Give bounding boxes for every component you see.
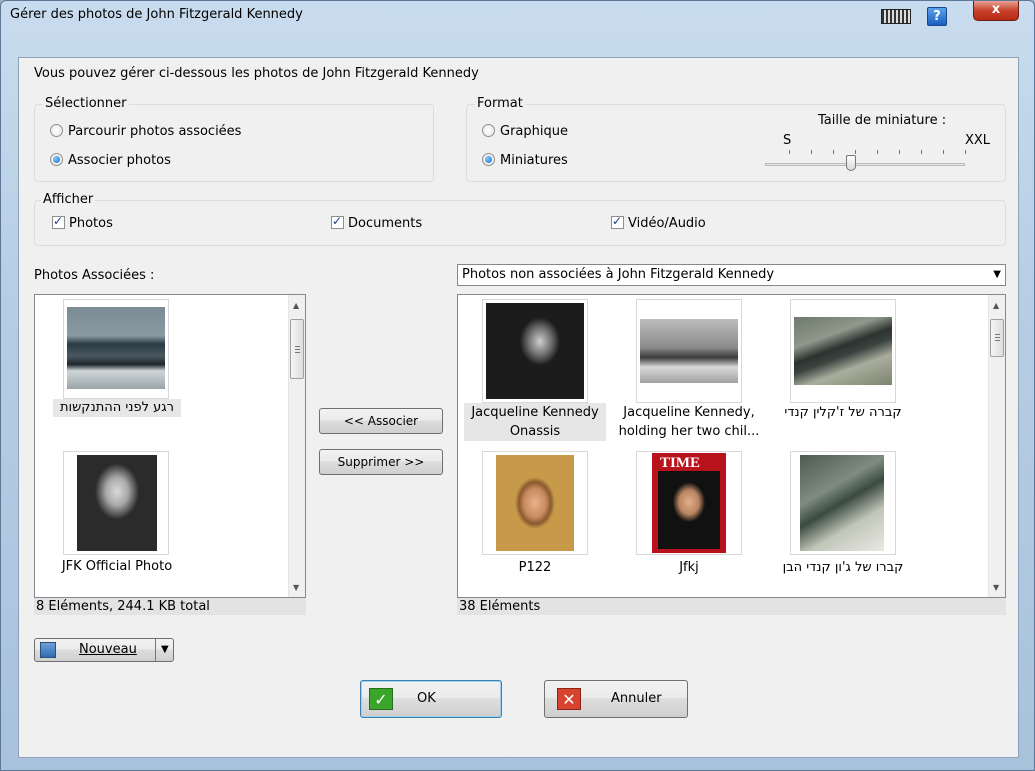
radio-associate-label: Associer photos bbox=[68, 153, 171, 168]
slider-tick bbox=[811, 150, 812, 154]
associated-item-caption[interactable]: רגע לפני ההתנקשות bbox=[53, 399, 181, 417]
checkbox-video-audio-label: Vidéo/Audio bbox=[628, 216, 706, 231]
radio-thumbnails-label: Miniatures bbox=[500, 153, 568, 168]
slider-max-label: XXL bbox=[965, 133, 991, 148]
portrait-photo-icon bbox=[77, 455, 157, 551]
unassociated-item-caption[interactable]: Jfkj bbox=[636, 558, 742, 577]
ok-button[interactable]: ✓ OK bbox=[360, 680, 502, 718]
new-photo-icon bbox=[40, 642, 56, 658]
checkbox-photos[interactable]: Photos bbox=[52, 214, 113, 231]
scroll-down-icon[interactable]: ▼ bbox=[293, 583, 299, 592]
unassociated-item-caption[interactable]: Jacqueline Kennedy, holding her two chil… bbox=[616, 403, 762, 441]
remove-button[interactable]: Supprimer >> bbox=[319, 449, 443, 475]
select-group-title: Sélectionner bbox=[43, 96, 129, 111]
radio-graphic-label: Graphique bbox=[500, 124, 568, 139]
unassociated-item-caption[interactable]: Jacqueline Kennedy Onassis bbox=[464, 403, 606, 441]
cancel-button[interactable]: ✕ Annuler bbox=[544, 680, 688, 718]
slider-tick bbox=[855, 150, 856, 154]
close-button[interactable]: x bbox=[973, 1, 1019, 21]
grave-photo-icon bbox=[800, 455, 884, 551]
associated-photos-list[interactable]: רגע לפני ההתנקשות JFK Official Photo ▲ ▼ bbox=[34, 294, 306, 598]
checkbox-documents[interactable]: Documents bbox=[331, 214, 423, 231]
radio-associate[interactable]: Associer photos bbox=[50, 153, 171, 168]
scrollbar-thumb[interactable] bbox=[290, 319, 304, 379]
keyboard-icon[interactable] bbox=[881, 9, 911, 24]
checkbox-documents-label: Documents bbox=[348, 216, 423, 231]
associated-item-caption[interactable]: JFK Official Photo bbox=[53, 558, 181, 576]
checkbox-photos-label: Photos bbox=[69, 216, 113, 231]
slider-tick bbox=[921, 150, 922, 154]
grave-photo-icon bbox=[794, 317, 892, 385]
radio-icon bbox=[482, 124, 495, 137]
slider-tick bbox=[789, 150, 790, 154]
scroll-up-icon[interactable]: ▲ bbox=[993, 301, 999, 310]
window-title: Gérer des photos de John Fitzgerald Kenn… bbox=[10, 7, 303, 22]
cancel-button-label: Annuler bbox=[611, 691, 662, 706]
chevron-down-icon[interactable]: ▼ bbox=[993, 265, 1001, 285]
photo-source-value: Photos non associées à John Fitzgerald K… bbox=[462, 267, 775, 282]
slider-tick bbox=[899, 150, 900, 154]
format-group-title: Format bbox=[475, 96, 525, 111]
slider-tick bbox=[943, 150, 944, 154]
associated-scrollbar[interactable]: ▲ ▼ bbox=[288, 295, 305, 597]
select-group: Sélectionner bbox=[34, 96, 434, 182]
unassociated-photos-list[interactable]: Jacqueline Kennedy Onassis Jacqueline Ke… bbox=[457, 294, 1006, 598]
associated-photos-label: Photos Associées : bbox=[34, 268, 155, 283]
slider-tick bbox=[833, 150, 834, 154]
caroline-photo-icon bbox=[496, 455, 574, 551]
radio-selected-icon bbox=[482, 153, 495, 166]
slider-thumb[interactable] bbox=[846, 155, 856, 171]
scrollbar-thumb[interactable] bbox=[990, 319, 1004, 357]
checkbox-checked-icon bbox=[52, 214, 65, 229]
scroll-up-icon[interactable]: ▲ bbox=[293, 301, 299, 310]
unassociated-item-caption[interactable]: P122 bbox=[482, 558, 588, 577]
caption-line: Onassis bbox=[509, 424, 561, 439]
unassociated-item-caption[interactable]: קברו של ג'ון קנדי הבן bbox=[768, 558, 918, 577]
checkbox-checked-icon bbox=[611, 214, 624, 229]
time-cover-icon: TIME bbox=[652, 453, 726, 553]
motorcade-photo-icon bbox=[67, 307, 165, 389]
new-button-label: Nouveau bbox=[79, 642, 137, 657]
checkbox-video-audio[interactable]: Vidéo/Audio bbox=[611, 214, 706, 231]
thumbnail-size-slider[interactable] bbox=[765, 163, 965, 166]
associate-button[interactable]: << Associer bbox=[319, 408, 443, 434]
radio-browse-associated[interactable]: Parcourir photos associées bbox=[50, 124, 241, 139]
slider-min-label: S bbox=[783, 133, 792, 148]
family-photo-icon bbox=[640, 319, 738, 383]
associated-status: 8 Eléments, 244.1 KB total bbox=[34, 598, 306, 615]
radio-selected-icon bbox=[50, 153, 63, 166]
unassociated-scrollbar[interactable]: ▲ ▼ bbox=[988, 295, 1005, 597]
intro-text: Vous pouvez gérer ci-dessous les photos … bbox=[34, 66, 479, 81]
caption-line: Jacqueline Kennedy, bbox=[623, 405, 755, 420]
checkmark-icon: ✓ bbox=[369, 688, 393, 710]
caption-line: Jacqueline Kennedy bbox=[471, 405, 599, 420]
new-button[interactable]: Nouveau ▼ bbox=[34, 638, 174, 662]
title-bar: Gérer des photos de John Fitzgerald Kenn… bbox=[1, 1, 1034, 32]
scroll-down-icon[interactable]: ▼ bbox=[993, 583, 999, 592]
help-button[interactable]: ? bbox=[927, 7, 947, 26]
close-icon: ✕ bbox=[557, 688, 581, 710]
chevron-down-icon[interactable]: ▼ bbox=[161, 639, 169, 661]
radio-icon bbox=[50, 124, 63, 137]
radio-graphic[interactable]: Graphique bbox=[482, 124, 568, 139]
checkbox-checked-icon bbox=[331, 214, 344, 229]
ok-button-label: OK bbox=[417, 691, 436, 706]
photo-source-dropdown[interactable]: Photos non associées à John Fitzgerald K… bbox=[457, 264, 1006, 286]
thumbnail-size-label: Taille de miniature : bbox=[818, 113, 947, 128]
slider-tick bbox=[965, 150, 966, 154]
show-group: Afficher bbox=[34, 192, 1006, 246]
radio-thumbnails[interactable]: Miniatures bbox=[482, 153, 568, 168]
jacqueline-photo-icon bbox=[486, 303, 584, 399]
radio-browse-label: Parcourir photos associées bbox=[68, 124, 242, 139]
slider-tick bbox=[877, 150, 878, 154]
split-divider bbox=[155, 639, 156, 661]
unassociated-item-caption[interactable]: קברה של ז'קלין קנדי bbox=[770, 403, 916, 422]
show-group-title: Afficher bbox=[41, 192, 96, 207]
unassociated-status: 38 Eléments bbox=[457, 598, 1006, 615]
caption-line: holding her two chil... bbox=[618, 424, 760, 439]
